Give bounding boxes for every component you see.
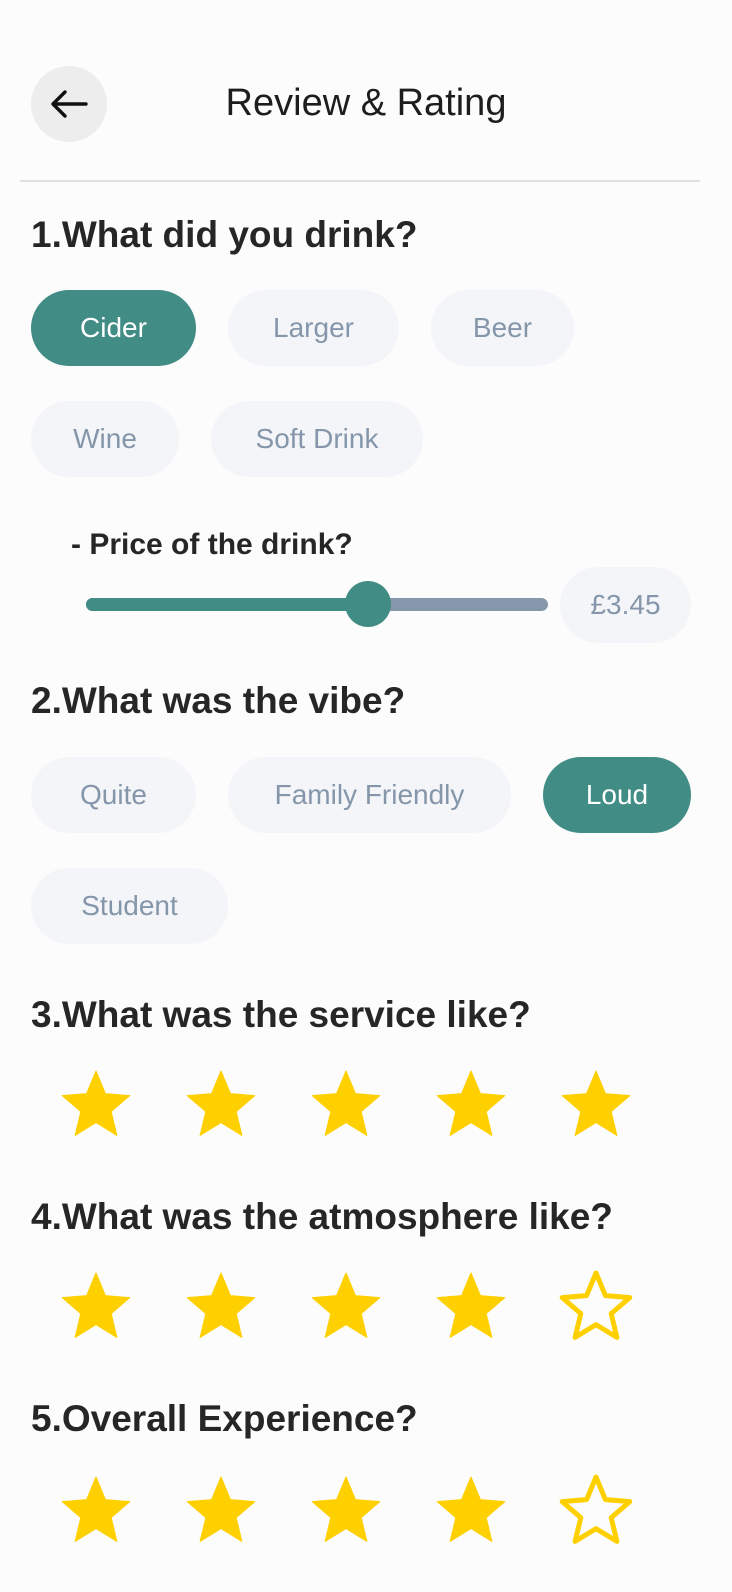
- star-filled-icon[interactable]: [184, 1474, 258, 1548]
- slider-fill: [86, 598, 368, 611]
- price-label: - Price of the drink?: [71, 528, 353, 561]
- question-drink: 1.What did you drink?: [31, 214, 418, 255]
- vibe-option-loud[interactable]: Loud: [543, 757, 691, 833]
- star-filled-icon[interactable]: [184, 1270, 258, 1344]
- star-filled-icon[interactable]: [309, 1270, 383, 1344]
- star-filled-icon[interactable]: [434, 1270, 508, 1344]
- star-filled-icon[interactable]: [59, 1068, 133, 1142]
- drink-option-beer[interactable]: Beer: [431, 290, 574, 366]
- header: Review & Rating: [0, 0, 732, 182]
- slider-thumb[interactable]: [344, 581, 391, 627]
- star-filled-icon[interactable]: [309, 1474, 383, 1548]
- vibe-option-student[interactable]: Student: [31, 868, 228, 944]
- price-value: £3.45: [560, 567, 691, 643]
- drink-option-wine[interactable]: Wine: [31, 401, 179, 477]
- star-filled-icon[interactable]: [309, 1068, 383, 1142]
- star-outline-icon[interactable]: [559, 1270, 633, 1344]
- drink-option-soft-drink[interactable]: Soft Drink: [211, 401, 423, 477]
- question-service: 3.What was the service like?: [31, 994, 531, 1035]
- star-filled-icon[interactable]: [434, 1068, 508, 1142]
- drink-option-cider[interactable]: Cider: [31, 290, 196, 366]
- star-filled-icon[interactable]: [59, 1474, 133, 1548]
- star-filled-icon[interactable]: [184, 1068, 258, 1142]
- star-filled-icon[interactable]: [59, 1270, 133, 1344]
- star-filled-icon[interactable]: [559, 1068, 633, 1142]
- vibe-option-quite[interactable]: Quite: [31, 757, 196, 833]
- overall-rating: [59, 1474, 639, 1548]
- header-divider: [20, 180, 700, 182]
- question-vibe: 2.What was the vibe?: [31, 680, 406, 721]
- question-atmosphere: 4.What was the atmosphere like?: [31, 1196, 613, 1237]
- atmosphere-rating: [59, 1270, 639, 1344]
- star-outline-icon[interactable]: [559, 1474, 633, 1548]
- service-rating: [59, 1068, 639, 1142]
- star-filled-icon[interactable]: [434, 1474, 508, 1548]
- page-title: Review & Rating: [225, 82, 507, 124]
- vibe-option-family-friendly[interactable]: Family Friendly: [228, 757, 511, 833]
- question-overall: 5.Overall Experience?: [31, 1398, 418, 1439]
- drink-option-larger[interactable]: Larger: [228, 290, 399, 366]
- price-slider[interactable]: [86, 581, 548, 627]
